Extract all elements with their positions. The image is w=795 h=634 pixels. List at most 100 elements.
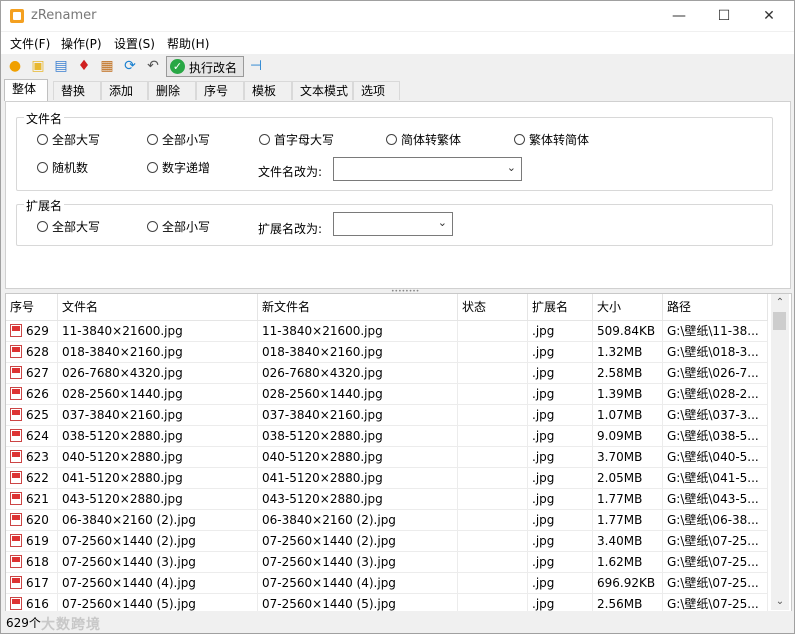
filename-lowercase-radio[interactable]: 全部小写 xyxy=(147,132,210,148)
jpg-file-icon xyxy=(10,492,22,505)
cell-path: G:\壁纸\07-25... xyxy=(663,531,768,552)
list-icon[interactable]: ▤ xyxy=(52,57,70,75)
cell-status xyxy=(458,363,528,384)
filename-uppercase-radio[interactable]: 全部大写 xyxy=(37,132,100,148)
col-status[interactable]: 状态 xyxy=(458,294,528,320)
col-extension[interactable]: 扩展名 xyxy=(528,294,593,320)
cell-no: 625 xyxy=(6,405,58,426)
table-row[interactable]: 628 018-3840×2160.jpg 018-3840×2160.jpg .jp… xyxy=(6,342,768,363)
table-row[interactable]: 618 07-2560×1440 (3).jpg 07-2560×1440 (3).… xyxy=(6,552,768,573)
refresh-icon[interactable]: ⟳ xyxy=(121,57,139,75)
tab-delete[interactable]: 删除 xyxy=(148,81,196,100)
pin-icon[interactable]: ⊣ xyxy=(247,57,265,75)
cell-ext: .jpg xyxy=(528,384,593,405)
table-row[interactable]: 619 07-2560×1440 (2).jpg 07-2560×1440 (2).… xyxy=(6,531,768,552)
tab-overall[interactable]: 整体 xyxy=(4,79,48,101)
toolbar: ● ▣ ▤ ♦ ▦ ⟳ ↶ ✓ 执行改名 ⊣ xyxy=(1,54,794,78)
ext-uppercase-radio[interactable]: 全部大写 xyxy=(37,219,100,235)
table-row[interactable]: 625 037-3840×2160.jpg 037-3840×2160.jpg .jp… xyxy=(6,405,768,426)
cell-ext: .jpg xyxy=(528,321,593,342)
filename-simp-to-trad-radio[interactable]: 简体转繁体 xyxy=(386,132,461,148)
menu-settings[interactable]: 设置(S) xyxy=(114,35,155,52)
cell-name: 040-5120×2880.jpg xyxy=(58,447,258,468)
app-logo-icon xyxy=(10,9,24,23)
filename-increment-radio[interactable]: 数字递增 xyxy=(147,160,210,176)
vertical-scrollbar[interactable]: ⌃ ⌄ xyxy=(771,294,789,610)
add-folder-icon[interactable]: ▣ xyxy=(29,57,47,75)
jpg-file-icon xyxy=(10,534,22,547)
scroll-up-icon[interactable]: ⌃ xyxy=(771,294,789,311)
tab-template[interactable]: 模板 xyxy=(244,81,292,100)
add-files-icon[interactable]: ● xyxy=(6,57,24,75)
cell-path: G:\壁纸\043-5... xyxy=(663,489,768,510)
table-row[interactable]: 626 028-2560×1440.jpg 028-2560×1440.jpg .jp… xyxy=(6,384,768,405)
cell-ext: .jpg xyxy=(528,405,593,426)
cell-size: 2.58MB xyxy=(593,363,663,384)
cell-status xyxy=(458,573,528,594)
cell-name: 038-5120×2880.jpg xyxy=(58,426,258,447)
col-size[interactable]: 大小 xyxy=(593,294,663,320)
menu-operation[interactable]: 操作(P) xyxy=(61,35,102,52)
table-row[interactable]: 617 07-2560×1440 (4).jpg 07-2560×1440 (4).… xyxy=(6,573,768,594)
jpg-file-icon xyxy=(10,408,22,421)
cell-status xyxy=(458,531,528,552)
cell-name: 11-3840×21600.jpg xyxy=(58,321,258,342)
tab-sequence[interactable]: 序号 xyxy=(196,81,244,100)
cell-no: 617 xyxy=(6,573,58,594)
cell-newname: 018-3840×2160.jpg xyxy=(258,342,458,363)
col-path[interactable]: 路径 xyxy=(663,294,768,320)
chevron-down-icon: ⌄ xyxy=(437,216,447,229)
execute-rename-button[interactable]: ✓ 执行改名 xyxy=(166,56,244,77)
jpg-file-icon xyxy=(10,555,22,568)
scroll-thumb[interactable] xyxy=(773,312,786,330)
filename-trad-to-simp-radio[interactable]: 繁体转简体 xyxy=(514,132,589,148)
table-row[interactable]: 624 038-5120×2880.jpg 038-5120×2880.jpg .jp… xyxy=(6,426,768,447)
filename-capitalize-radio[interactable]: 首字母大写 xyxy=(259,132,334,148)
scroll-down-icon[interactable]: ⌄ xyxy=(771,593,789,610)
splitter-handle[interactable]: •••••••• xyxy=(391,288,419,295)
menu-bar: 文件(F) 操作(P) 设置(S) 帮助(H) xyxy=(1,32,794,54)
clear-list-icon[interactable]: ♦ xyxy=(75,57,93,75)
ext-lowercase-radio[interactable]: 全部小写 xyxy=(147,219,210,235)
cell-ext: .jpg xyxy=(528,489,593,510)
col-new-filename[interactable]: 新文件名 xyxy=(258,294,458,320)
tab-text-mode[interactable]: 文本模式 xyxy=(292,81,353,100)
cell-ext: .jpg xyxy=(528,531,593,552)
tab-add[interactable]: 添加 xyxy=(101,81,148,100)
ext-change-combo[interactable]: ⌄ xyxy=(333,212,453,236)
table-row[interactable]: 629 11-3840×21600.jpg 11-3840×21600.jpg .jp… xyxy=(6,321,768,342)
cell-newname: 043-5120×2880.jpg xyxy=(258,489,458,510)
table-row[interactable]: 623 040-5120×2880.jpg 040-5120×2880.jpg .jp… xyxy=(6,447,768,468)
cell-no: 628 xyxy=(6,342,58,363)
cell-no: 622 xyxy=(6,468,58,489)
tab-options[interactable]: 选项 xyxy=(353,81,400,100)
filename-random-radio[interactable]: 随机数 xyxy=(37,160,88,176)
cell-path: G:\壁纸\028-2... xyxy=(663,384,768,405)
menu-help[interactable]: 帮助(H) xyxy=(167,35,209,52)
maximize-button[interactable]: ☐ xyxy=(701,1,747,31)
cell-ext: .jpg xyxy=(528,573,593,594)
overall-panel: 文件名 全部大写 全部小写 首字母大写 简体转繁体 繁体转简体 随机数 数字递增… xyxy=(5,101,791,289)
table-row[interactable]: 621 043-5120×2880.jpg 043-5120×2880.jpg .jp… xyxy=(6,489,768,510)
file-count: 629个 xyxy=(6,616,41,630)
table-row[interactable]: 627 026-7680×4320.jpg 026-7680×4320.jpg .jp… xyxy=(6,363,768,384)
app-window: zRenamer — ☐ ✕ 文件(F) 操作(P) 设置(S) 帮助(H) ●… xyxy=(0,0,795,634)
document-icon[interactable]: ▦ xyxy=(98,57,116,75)
col-seq[interactable]: 序号 xyxy=(6,294,58,320)
col-filename[interactable]: 文件名 xyxy=(58,294,258,320)
tab-replace[interactable]: 替换 xyxy=(53,81,101,100)
minimize-button[interactable]: — xyxy=(656,1,702,31)
jpg-file-icon xyxy=(10,366,22,379)
menu-file[interactable]: 文件(F) xyxy=(10,35,50,52)
table-row[interactable]: 620 06-3840×2160 (2).jpg 06-3840×2160 (2).… xyxy=(6,510,768,531)
cell-status xyxy=(458,489,528,510)
table-row[interactable]: 622 041-5120×2880.jpg 041-5120×2880.jpg .jp… xyxy=(6,468,768,489)
cell-no: 619 xyxy=(6,531,58,552)
cell-newname: 07-2560×1440 (4).jpg xyxy=(258,573,458,594)
cell-size: 509.84KB xyxy=(593,321,663,342)
execute-rename-label: 执行改名 xyxy=(189,61,238,75)
jpg-file-icon xyxy=(10,324,22,337)
close-button[interactable]: ✕ xyxy=(746,1,792,31)
filename-change-combo[interactable]: ⌄ xyxy=(333,157,522,181)
undo-icon[interactable]: ↶ xyxy=(144,57,162,75)
